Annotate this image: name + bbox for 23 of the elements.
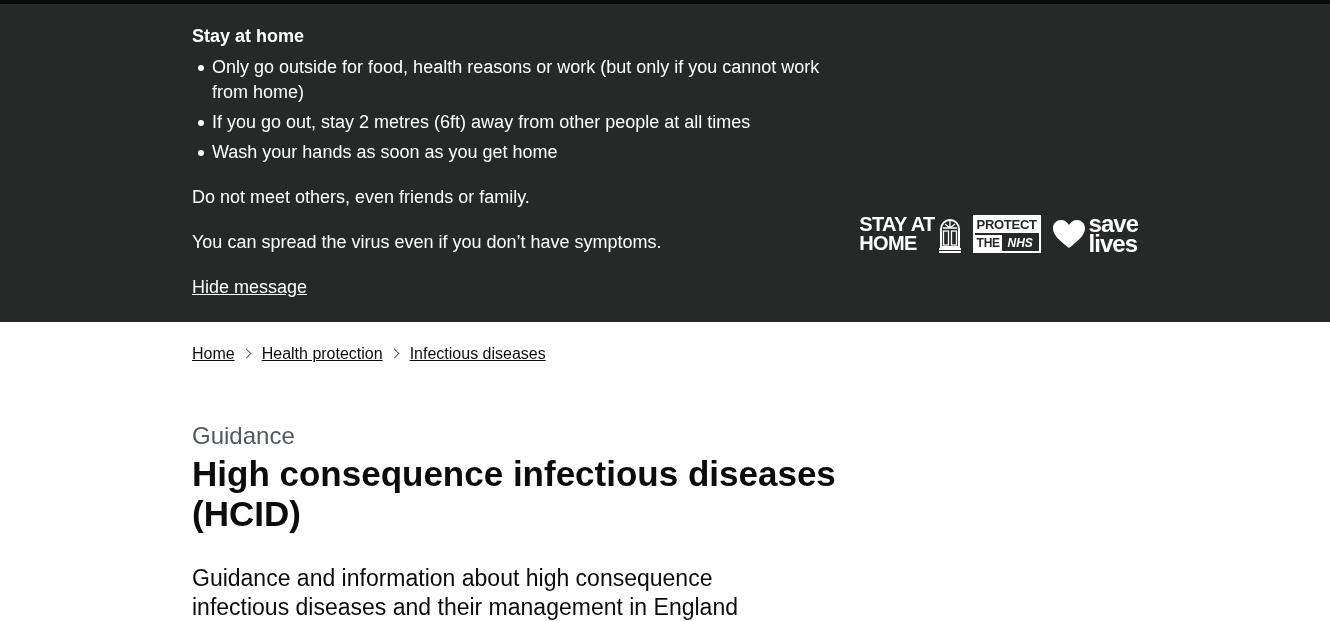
banner-text: Do not meet others, even friends or family. <box>192 186 531 209</box>
page-caption: Guidance <box>192 422 296 450</box>
lead-paragraph: Guidance and information about high consequence infectious diseases and their management in England <box>192 564 739 621</box>
logo-text: HOME <box>859 234 918 253</box>
bullet-icon <box>198 65 204 71</box>
logo-text: save <box>1088 214 1138 234</box>
hide-message-link[interactable]: Hide message <box>192 275 308 300</box>
heart-icon <box>1052 220 1085 248</box>
breadcrumb-link[interactable]: Health protection <box>261 344 383 364</box>
bullet-text: Wash your hands as soon as you get home <box>212 141 558 164</box>
bullet-icon <box>198 150 204 156</box>
logo-text: NHS <box>1001 235 1039 251</box>
bullet-text: Only go outside for food, health reasons or work (but only if you cannot work from home) <box>212 56 821 104</box>
bullet-icon <box>198 120 204 126</box>
bullet-text: If you go out, stay 2 metres (6ft) away from other people at all times <box>212 111 751 134</box>
logo-text: THE <box>975 235 1001 251</box>
breadcrumb-link[interactable]: Home <box>192 344 235 364</box>
page-title: High consequence infectious diseases (HCID) <box>192 454 837 534</box>
banner-heading: Stay at home <box>192 25 306 48</box>
logo-text: STAY AT <box>859 215 935 234</box>
banner-text: You can spread the virus even if you don’t have symptoms. <box>192 231 663 254</box>
breadcrumb-link[interactable]: Infectious diseases <box>409 344 546 364</box>
logo-text: lives <box>1088 234 1137 254</box>
